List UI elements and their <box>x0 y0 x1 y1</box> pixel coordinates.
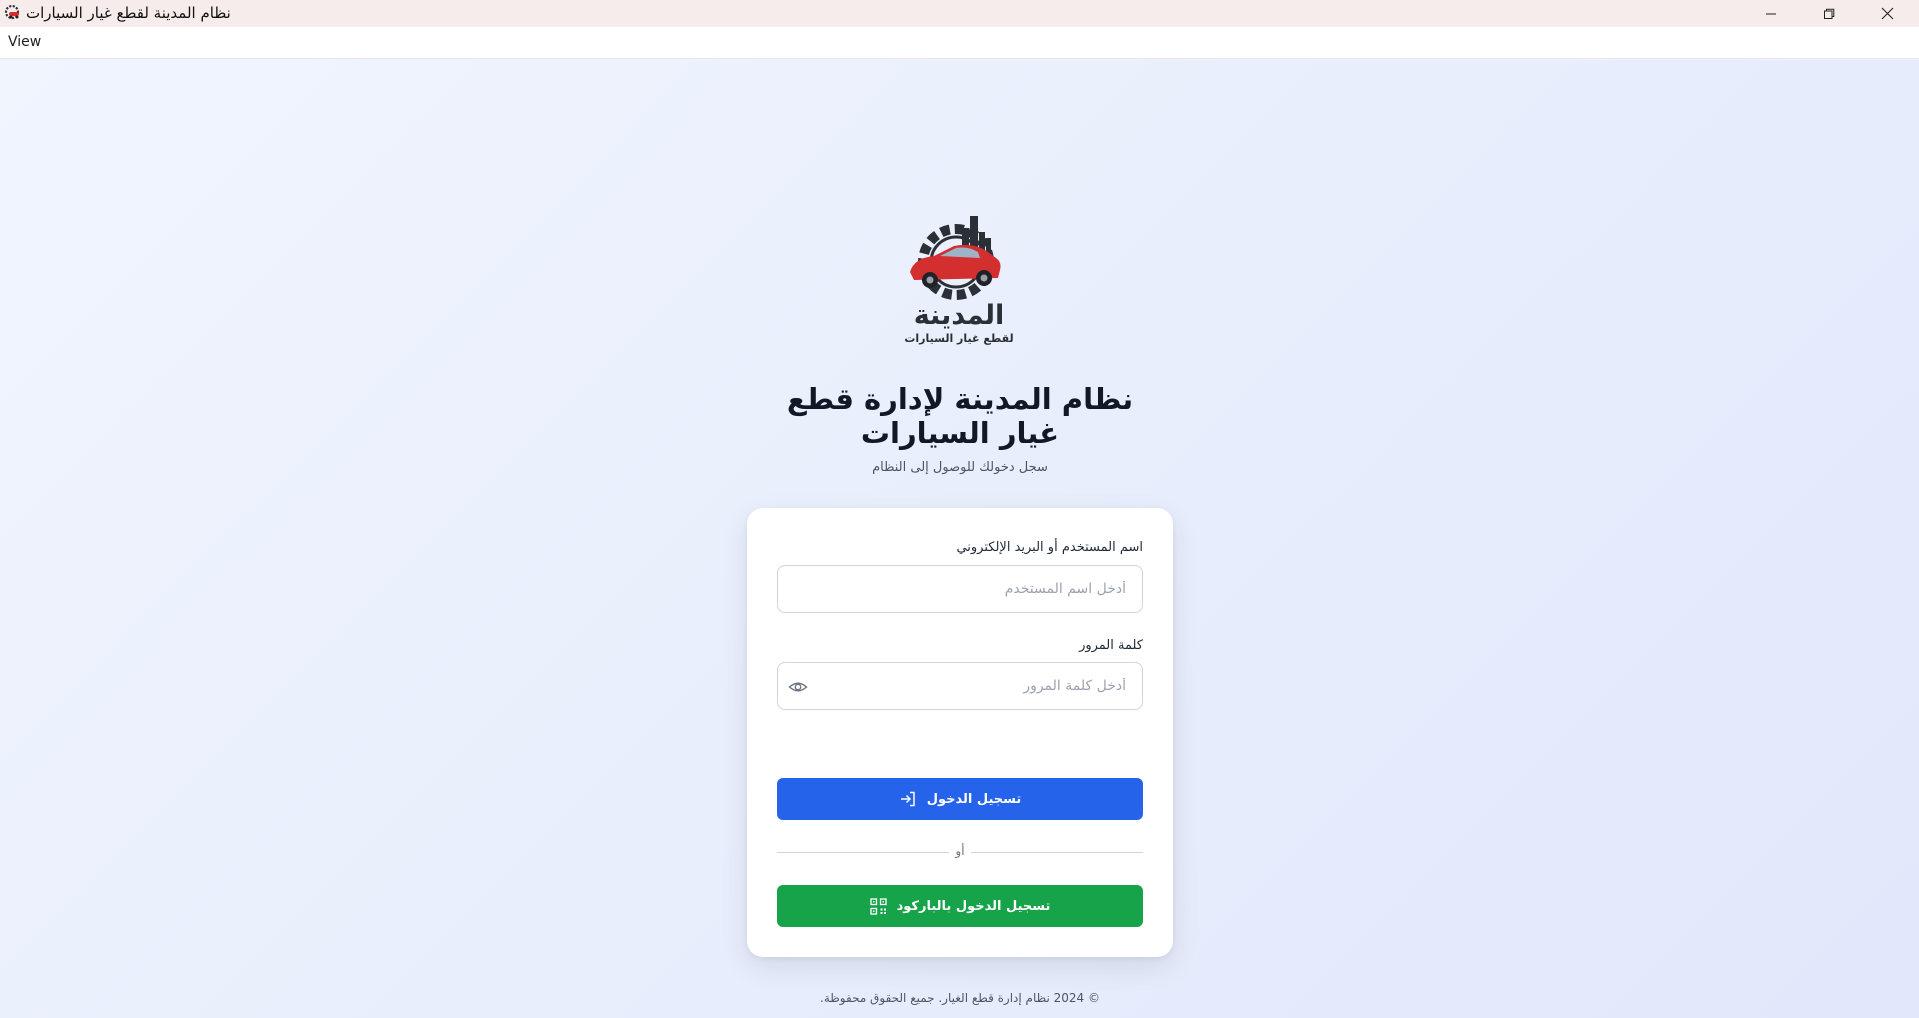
password-label: كلمة المرور <box>1079 638 1143 653</box>
username-label: اسم المستخدم أو البريد الإلكتروني <box>956 540 1143 555</box>
menu-bar: View <box>0 27 1919 59</box>
svg-text:المدينة: المدينة <box>914 300 1005 331</box>
divider-line-right <box>971 852 1143 853</box>
barcode-button-label: تسجيل الدخول بالباركود <box>896 898 1051 914</box>
login-button[interactable]: تسجيل الدخول <box>777 778 1143 820</box>
login-button-label: تسجيل الدخول <box>926 791 1022 807</box>
close-button[interactable] <box>1858 0 1916 27</box>
restore-icon <box>1824 8 1835 19</box>
page-subtitle: سجل دخولك للوصول إلى النظام <box>872 460 1048 475</box>
qr-code-icon <box>869 897 887 915</box>
minimize-icon <box>1766 13 1776 14</box>
password-input[interactable] <box>778 663 1142 709</box>
title-bar: نظام المدينة لقطع غيار السيارات <box>0 0 1919 27</box>
page-title: نظام المدينة لإدارة قطع غيار السيارات <box>786 382 1134 450</box>
window-title: نظام المدينة لقطع غيار السيارات <box>26 4 231 22</box>
login-icon <box>900 791 915 807</box>
minimize-button[interactable] <box>1742 0 1800 27</box>
close-icon <box>1881 7 1893 20</box>
login-page: المدينة لقطع غيار السيارات نظام المدينة … <box>0 60 1919 1018</box>
menu-item-view[interactable]: View <box>8 34 41 50</box>
footer-copyright: © 2024 نظام إدارة قطع الغيار. جميع الحقو… <box>820 991 1100 1005</box>
barcode-login-button[interactable]: تسجيل الدخول بالباركود <box>777 885 1143 927</box>
restore-button[interactable] <box>1800 0 1858 27</box>
username-input[interactable] <box>778 566 1142 612</box>
brand-logo: المدينة لقطع غيار السيارات <box>896 206 1022 346</box>
eye-icon[interactable] <box>788 678 808 696</box>
password-field-wrapper <box>777 662 1143 710</box>
car-gear-city-logo: المدينة لقطع غيار السيارات <box>904 216 1014 345</box>
divider-line-left <box>777 852 949 853</box>
car-gear-icon <box>4 4 20 20</box>
username-field-wrapper <box>777 565 1143 613</box>
divider-or: أو <box>955 844 965 858</box>
login-card: اسم المستخدم أو البريد الإلكتروني كلمة ا… <box>747 508 1173 957</box>
svg-text:لقطع غيار السيارات: لقطع غيار السيارات <box>904 332 1013 345</box>
